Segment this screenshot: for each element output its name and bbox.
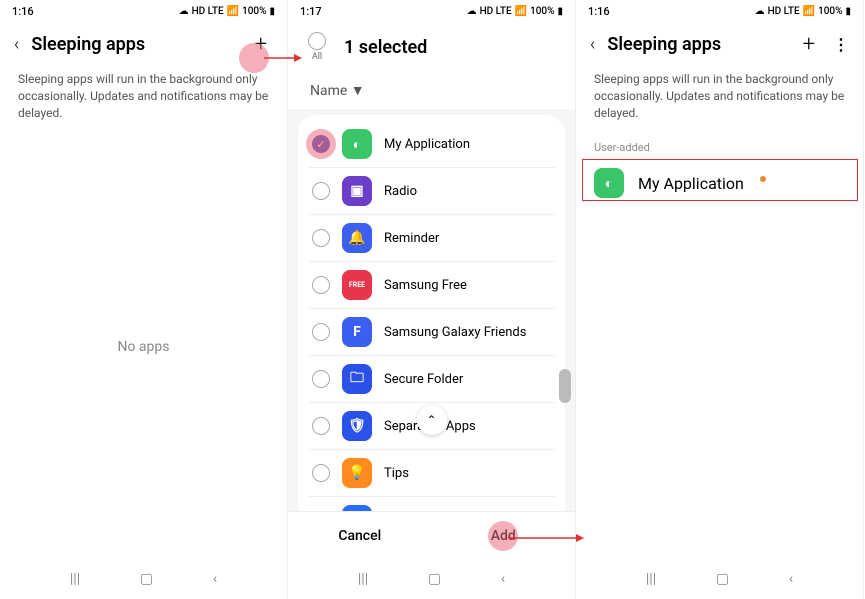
- back-nav-icon[interactable]: ‹: [501, 571, 505, 587]
- status-bar: 1:16 ☁ HD LTE 📶 100% ▮: [0, 0, 287, 22]
- app-name: My Application: [384, 137, 551, 152]
- app-icon: 💡: [342, 458, 372, 488]
- checkbox[interactable]: [312, 323, 330, 341]
- checkbox[interactable]: [312, 370, 330, 388]
- recents-icon[interactable]: |||: [646, 571, 656, 587]
- app-icon: FREE: [342, 270, 372, 300]
- screen-select-apps: 1:17 ☁ HD LTE 📶 100% ▮ All 1 selected Na…: [288, 0, 576, 599]
- app-icon: 🛡: [342, 411, 372, 441]
- app-name: My Application: [638, 174, 744, 193]
- checkbox[interactable]: [312, 417, 330, 435]
- app-name: Reminder: [384, 231, 551, 246]
- checkbox[interactable]: [312, 464, 330, 482]
- select-all-radio[interactable]: [308, 32, 326, 50]
- nav-bar: ||| ▢ ‹: [576, 559, 863, 599]
- screen-sleeping-apps-added: 1:16 ☁ HD LTE 📶 100% ▮ ‹ Sleeping apps +…: [576, 0, 864, 599]
- list-item[interactable]: F Samsung Galaxy Friends: [308, 308, 555, 355]
- app-name: Secure Folder: [384, 372, 551, 387]
- cancel-button[interactable]: Cancel: [288, 512, 432, 559]
- header: All 1 selected: [288, 22, 575, 72]
- description: Sleeping apps will run in the background…: [576, 67, 863, 135]
- app-icon: F: [342, 317, 372, 347]
- list-item[interactable]: 💡 Tips: [308, 449, 555, 496]
- home-icon[interactable]: ▢: [140, 571, 153, 587]
- add-button[interactable]: Add: [432, 512, 576, 559]
- list-item[interactable]: 🗀 Secure Folder: [308, 355, 555, 402]
- list-item[interactable]: ◐ My Application: [576, 158, 863, 208]
- header: ‹ Sleeping apps + ⋮: [576, 22, 863, 67]
- clock: 1:16: [588, 5, 610, 18]
- back-nav-icon[interactable]: ‹: [213, 571, 217, 587]
- highlight-add-btn: [488, 521, 518, 551]
- scroll-top-button[interactable]: ⌃: [417, 405, 447, 435]
- nav-bar: ||| ▢ ‹: [0, 559, 287, 599]
- recents-icon[interactable]: |||: [70, 571, 80, 587]
- back-nav-icon[interactable]: ‹: [789, 571, 793, 587]
- checkbox[interactable]: [312, 276, 330, 294]
- description: Sleeping apps will run in the background…: [0, 67, 287, 135]
- home-icon[interactable]: ▢: [716, 571, 729, 587]
- status-bar: 1:17 ☁ HD LTE 📶 100% ▮: [288, 0, 575, 22]
- app-icon: 🎤: [342, 505, 372, 511]
- app-icon: 🔔: [342, 223, 372, 253]
- checkbox[interactable]: [312, 229, 330, 247]
- select-all-label: All: [312, 52, 322, 62]
- nav-bar: ||| ▢ ‹: [288, 559, 575, 599]
- screen-sleeping-apps-empty: 1:16 ☁ HD LTE 📶 100% ▮ ‹ Sleeping apps +…: [0, 0, 288, 599]
- selection-count: 1 selected: [344, 37, 561, 58]
- checkbox[interactable]: [312, 182, 330, 200]
- clock: 1:16: [12, 5, 34, 18]
- home-icon[interactable]: ▢: [428, 571, 441, 587]
- highlight-add: [239, 43, 269, 73]
- app-icon: ▣: [342, 176, 372, 206]
- list-item[interactable]: 🎤Voice Access: [308, 496, 555, 511]
- list-item[interactable]: ✓◐My Application: [308, 121, 555, 167]
- list-item[interactable]: ▣ Radio: [308, 167, 555, 214]
- scrollbar[interactable]: [559, 369, 571, 403]
- section-user-added: User-added: [576, 135, 863, 158]
- status-icons: ☁ HD LTE 📶 100% ▮: [467, 6, 563, 17]
- app-name: Tips: [384, 466, 551, 481]
- empty-state: No apps: [0, 135, 287, 559]
- highlight-selected: [306, 129, 336, 159]
- app-name: Radio: [384, 184, 551, 199]
- status-icons: ☁ HD LTE 📶 100% ▮: [179, 6, 275, 17]
- status-bar: 1:16 ☁ HD LTE 📶 100% ▮: [576, 0, 863, 22]
- new-indicator-icon: [760, 176, 766, 182]
- clock: 1:17: [300, 5, 322, 18]
- list-item[interactable]: 🔔 Reminder: [308, 214, 555, 261]
- status-icons: ☁ HD LTE 📶 100% ▮: [755, 6, 851, 17]
- page-title: Sleeping apps: [31, 34, 242, 55]
- app-list: ✓◐My Application▣Radio🔔ReminderFREESamsu…: [288, 109, 575, 511]
- action-bar: Cancel Add: [288, 511, 575, 559]
- back-icon[interactable]: ‹: [590, 34, 595, 55]
- add-button[interactable]: +: [803, 32, 815, 57]
- app-icon: 🗀: [342, 364, 372, 394]
- app-name: Separated Apps: [384, 419, 551, 434]
- recents-icon[interactable]: |||: [358, 571, 368, 587]
- more-icon[interactable]: ⋮: [833, 35, 849, 54]
- list-item[interactable]: FREE Samsung Free: [308, 261, 555, 308]
- sort-dropdown[interactable]: Name ▼: [288, 72, 575, 109]
- app-icon: ◐: [342, 129, 372, 159]
- app-name: Samsung Free: [384, 278, 551, 293]
- back-icon[interactable]: ‹: [14, 34, 19, 55]
- app-name: Samsung Galaxy Friends: [384, 325, 551, 340]
- select-all[interactable]: All: [302, 32, 332, 62]
- page-title: Sleeping apps: [607, 34, 790, 55]
- app-icon: ◐: [594, 168, 624, 198]
